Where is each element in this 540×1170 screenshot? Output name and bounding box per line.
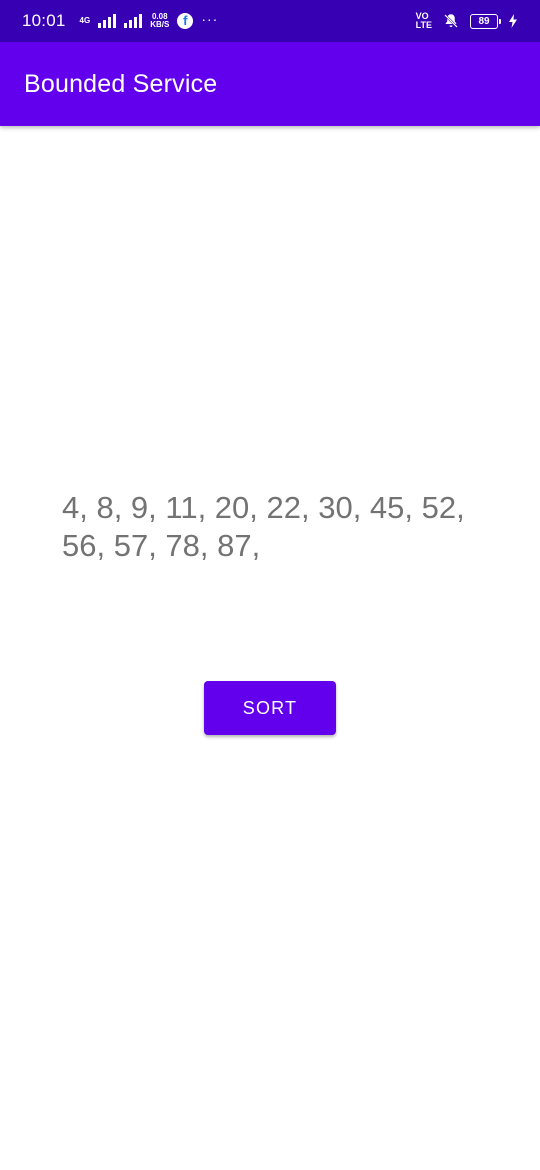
facebook-icon: f [177, 13, 194, 29]
signal-icon [98, 14, 117, 28]
data-rate-unit: KB/S [150, 20, 170, 29]
network-type-badge: 4G [80, 17, 91, 25]
data-rate: 0.08 KB/S [150, 13, 169, 29]
clock: 10:01 [22, 11, 66, 30]
screen: 10:01 4G 0.08 KB/S f ··· VO LTE 89 Bound… [0, 0, 540, 1170]
signal-icon [124, 14, 143, 28]
app-bar: Bounded Service [0, 42, 540, 126]
battery-icon: 89 [470, 13, 501, 29]
network-type-label: 4G [79, 16, 91, 25]
more-notifications-icon: ··· [201, 11, 219, 27]
app-title: Bounded Service [24, 69, 218, 98]
muted-bell-icon [444, 14, 458, 28]
battery-level: 89 [478, 15, 490, 27]
status-left: 10:01 4G 0.08 KB/S f ··· [22, 0, 218, 42]
status-right: VO LTE 89 [416, 0, 518, 42]
volte-icon: VO LTE [416, 12, 432, 30]
volte-bottom-label: LTE [415, 20, 432, 30]
sort-button[interactable]: SORT [204, 681, 336, 735]
charging-icon [509, 14, 517, 28]
sorted-numbers-text: 4, 8, 9, 11, 20, 22, 30, 45, 52, 56, 57,… [62, 490, 465, 563]
status-bar: 10:01 4G 0.08 KB/S f ··· VO LTE 89 [0, 0, 540, 42]
